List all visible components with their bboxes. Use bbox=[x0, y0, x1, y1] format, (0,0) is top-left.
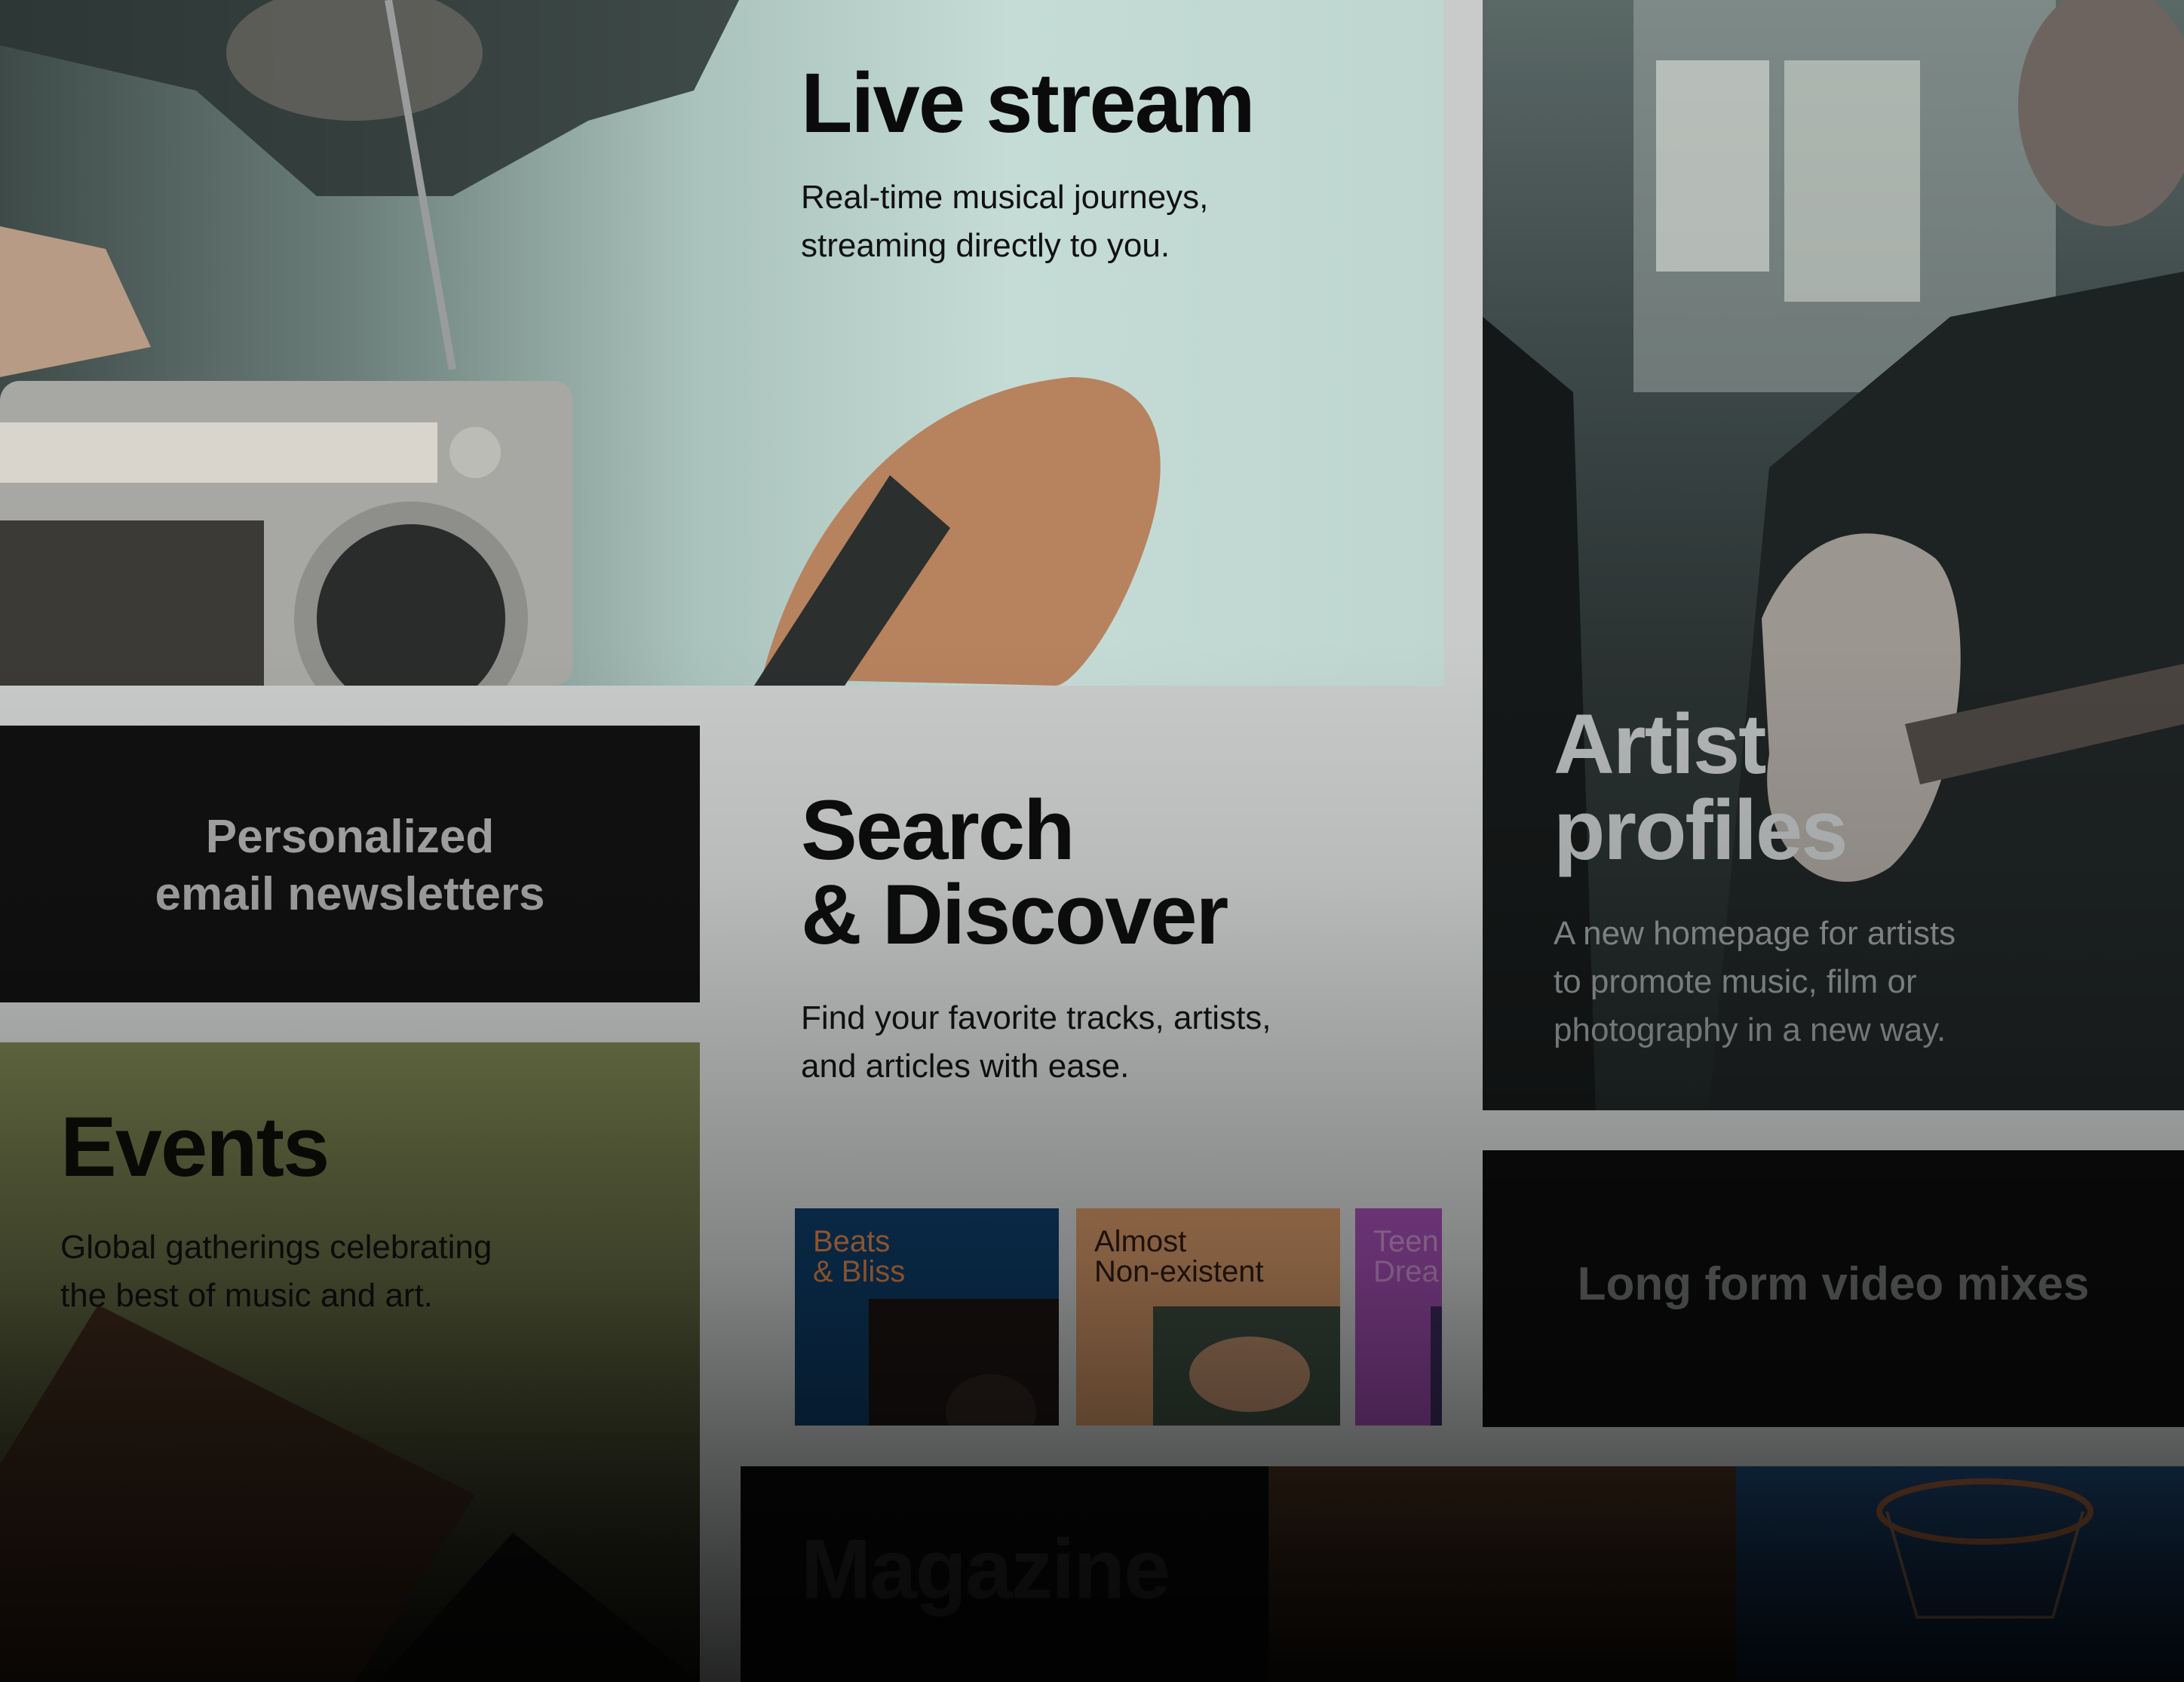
playlist-cover-photo bbox=[1431, 1306, 1442, 1426]
magazine-photo bbox=[1268, 1466, 1736, 1682]
search-discover-description: Find your favorite tracks, artists, and … bbox=[801, 999, 1271, 1085]
live-stream-card[interactable]: Live stream Real-time musical journeys, … bbox=[0, 0, 1444, 686]
magazine-photo bbox=[1736, 1466, 2184, 1682]
events-title: Events bbox=[60, 1100, 330, 1194]
newsletters-title: Personalized email newsletters bbox=[155, 811, 545, 920]
magazine-card[interactable]: Magazine bbox=[741, 1466, 1268, 1682]
search-discover-title: Search & Discover bbox=[801, 783, 1228, 962]
long-form-video-title: Long form video mixes bbox=[1577, 1258, 2090, 1310]
artist-profiles-title: Artist profiles bbox=[1554, 697, 1848, 878]
playlist-cover-photo bbox=[1153, 1306, 1340, 1426]
live-stream-title: Live stream bbox=[801, 56, 1256, 150]
artist-profiles-description: A new homepage for artists to promote mu… bbox=[1554, 915, 1956, 1048]
events-card[interactable]: Events Global gatherings celebrating the… bbox=[0, 1042, 700, 1682]
magazine-title: Magazine bbox=[801, 1522, 1170, 1616]
basketball-hoop-photo bbox=[1876, 1478, 2094, 1619]
playlist-cover-photo bbox=[869, 1299, 1059, 1426]
events-description: Global gatherings celebrating the best o… bbox=[60, 1229, 492, 1314]
long-form-video-card[interactable]: Long form video mixes bbox=[1483, 1150, 2184, 1427]
playlist-tile[interactable]: Beats & Bliss bbox=[795, 1208, 1059, 1426]
playlist-tile[interactable]: Teen Drea bbox=[1355, 1208, 1442, 1426]
playlist-tile[interactable]: Almost Non-existent bbox=[1076, 1208, 1340, 1426]
newsletters-card[interactable]: Personalized email newsletters bbox=[0, 726, 700, 1002]
artist-profiles-card[interactable]: Artist profiles A new homepage for artis… bbox=[1483, 0, 2184, 1110]
live-stream-description: Real-time musical journeys, streaming di… bbox=[801, 179, 1209, 264]
